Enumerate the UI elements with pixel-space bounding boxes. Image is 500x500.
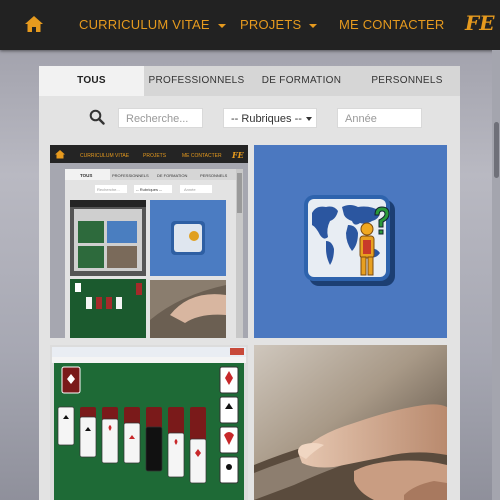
brand-logo[interactable]: FE <box>465 11 494 35</box>
search-input[interactable]: Recherche... <box>118 108 203 128</box>
nav-curriculum-vitae[interactable]: CURRICULUM VITAE <box>79 17 226 32</box>
page-scrollbar-thumb[interactable] <box>494 122 499 178</box>
mini-tab: PROFESSIONNELS <box>112 173 149 178</box>
filter-tabs: TOUS PROFESSIONNELS DE FORMATION PERSONN… <box>39 66 460 96</box>
portfolio-panel: TOUS PROFESSIONNELS DE FORMATION PERSONN… <box>39 66 460 500</box>
mini-tab: TOUS <box>80 173 92 178</box>
nav-me-contacter-label: ME CONTACTER <box>339 17 445 32</box>
mini-select: -- Rubriques -- <box>136 187 162 192</box>
top-navbar: CURRICULUM VITAE PROJETS ME CONTACTER FE <box>0 0 500 50</box>
mini-nav-item: PROJETS <box>143 153 167 159</box>
mini-tab: DE FORMATION <box>157 173 187 178</box>
mini-year: Année <box>184 187 196 192</box>
filter-bar: Recherche... -- Rubriques -- Année <box>39 96 460 144</box>
gallery-item-site-screenshot[interactable]: CURRICULUM VITAE PROJETS ME CONTACTER FE… <box>50 145 248 338</box>
tab-professionnels[interactable]: PROFESSIONNELS <box>144 66 249 96</box>
tab-tous[interactable]: TOUS <box>39 66 144 96</box>
mini-nav-item: CURRICULUM VITAE <box>80 153 130 159</box>
tablet-touch-photo <box>254 345 447 500</box>
chevron-down-icon <box>217 23 226 28</box>
tab-personnels[interactable]: PERSONNELS <box>354 66 460 96</box>
page-scrollbar[interactable] <box>492 50 500 500</box>
chevron-down-icon <box>309 23 318 28</box>
year-input[interactable]: Année <box>337 108 422 128</box>
mini-brand-logo: FE <box>231 150 245 160</box>
site-screenshot-thumbnail: CURRICULUM VITAE PROJETS ME CONTACTER FE… <box>50 145 248 338</box>
category-select[interactable]: -- Rubriques -- <box>223 108 317 128</box>
mini-tab: PERSONNELS <box>200 173 228 178</box>
world-map-app-icon <box>254 145 447 338</box>
home-icon[interactable] <box>24 14 44 34</box>
nav-me-contacter[interactable]: ME CONTACTER <box>339 17 444 32</box>
mini-search: Recherche... <box>97 187 120 192</box>
solitaire-screenshot <box>50 345 248 500</box>
nav-projets-label: PROJETS <box>240 17 302 32</box>
gallery-item-photo[interactable] <box>254 345 447 500</box>
nav-projets[interactable]: PROJETS <box>240 17 318 32</box>
mini-nav-item: ME CONTACTER <box>182 153 222 159</box>
search-icon[interactable] <box>89 109 105 125</box>
nav-curriculum-vitae-label: CURRICULUM VITAE <box>79 17 210 32</box>
gallery-item-app-icon[interactable] <box>254 145 447 338</box>
tab-de-formation[interactable]: DE FORMATION <box>249 66 354 96</box>
category-select-value: -- Rubriques -- <box>231 113 302 125</box>
chevron-down-icon <box>306 117 312 121</box>
gallery-item-game-screenshot[interactable] <box>50 345 248 500</box>
